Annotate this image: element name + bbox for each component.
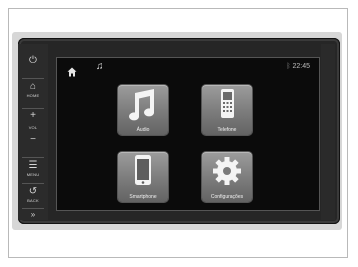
status-bar: ♫ ᛒ 22:45	[56, 59, 318, 79]
app-label: Configurações	[210, 194, 244, 200]
bluetooth-icon: ᛒ	[286, 63, 291, 70]
status-right: ᛒ 22:45	[286, 63, 310, 70]
skip-icon: »	[30, 210, 36, 219]
smartphone-icon	[135, 155, 151, 185]
clock-time: 22:45	[292, 63, 310, 70]
volume-up-button[interactable]: +	[21, 110, 45, 124]
menu-icon: ☰	[28, 160, 38, 171]
gear-icon	[213, 157, 241, 185]
divider	[22, 78, 44, 79]
volume-down-button[interactable]: −	[21, 134, 45, 148]
app-label: Telefone	[217, 127, 237, 133]
volume-up-icon: +	[30, 110, 36, 121]
touchscreen	[56, 57, 320, 211]
app-tile-audio[interactable]: Áudio	[118, 85, 168, 135]
back-icon: ↺	[28, 186, 38, 197]
home-icon[interactable]	[67, 64, 77, 77]
home-label: HOME	[26, 93, 40, 98]
divider	[22, 208, 44, 209]
app-tile-settings[interactable]: Configurações	[202, 152, 252, 202]
divider	[22, 183, 44, 184]
home-button[interactable]: ⌂ HOME	[21, 81, 45, 107]
music-note-icon[interactable]: ♫	[96, 61, 104, 72]
home-icon: ⌂	[29, 81, 37, 92]
volume-label: VOL	[28, 125, 38, 130]
app-tile-smartphone[interactable]: Smartphone	[118, 152, 168, 202]
divider	[22, 108, 44, 109]
music-note-icon	[129, 89, 155, 121]
app-label: Smartphone	[129, 194, 157, 200]
volume-down-icon: −	[30, 134, 36, 145]
skip-button[interactable]: »	[21, 210, 45, 220]
app-tile-phone[interactable]: Telefone	[202, 85, 252, 135]
phone-icon	[221, 89, 234, 118]
app-label: Áudio	[136, 127, 150, 133]
divider	[22, 157, 44, 158]
right-bezel	[321, 44, 335, 220]
power-icon: ⏻	[29, 55, 37, 66]
